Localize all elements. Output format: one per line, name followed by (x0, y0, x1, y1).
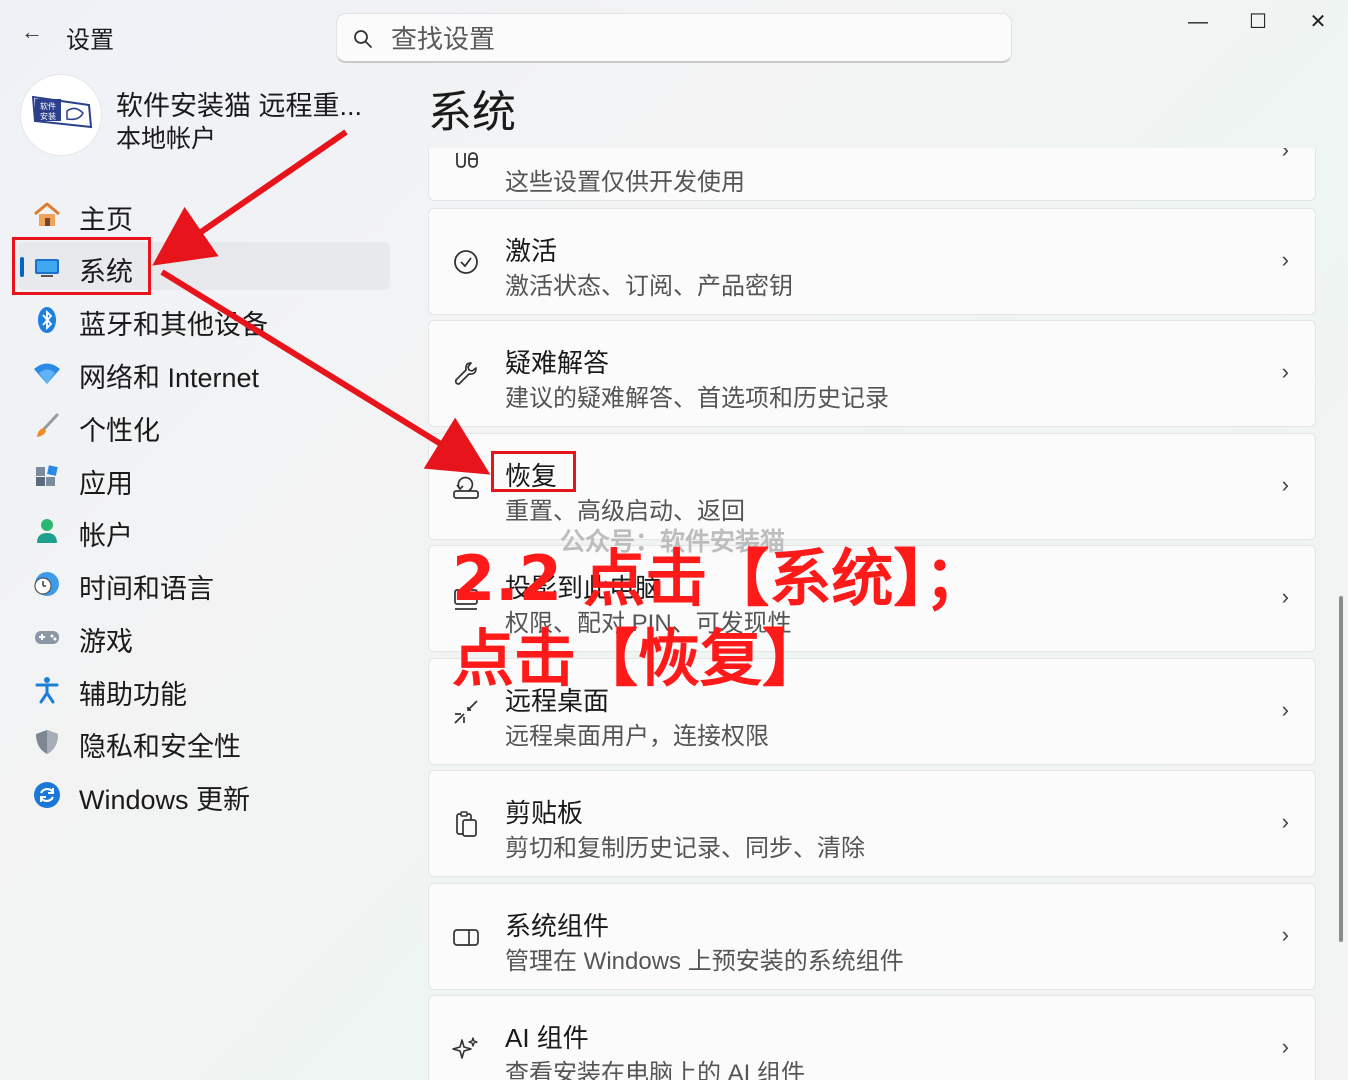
arrow-to-recovery (160, 269, 491, 475)
annotation-line-2: 点击【恢复】 (452, 622, 825, 695)
arrow-to-system (152, 129, 348, 266)
annotation-line-1: 2.2 点击【系统】； (452, 542, 987, 615)
